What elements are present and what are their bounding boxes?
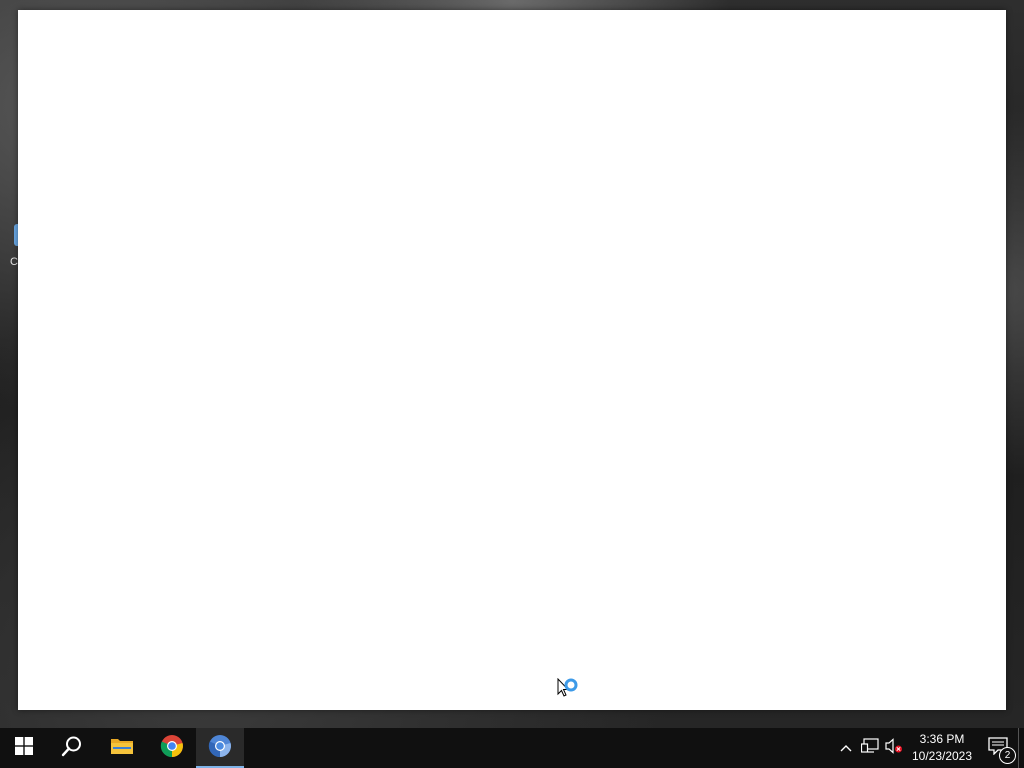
network-button[interactable] (858, 728, 882, 768)
taskbar-chromium[interactable] (196, 728, 244, 768)
volume-muted-icon (885, 737, 903, 759)
taskbar-file-explorer[interactable] (96, 728, 148, 768)
start-button[interactable] (0, 728, 48, 768)
app-window-blank[interactable] (18, 10, 1006, 710)
chrome-icon (160, 734, 184, 763)
windows-logo-icon (15, 736, 33, 760)
system-tray: 3:36 PM 10/23/2023 2 (834, 728, 1024, 768)
chromium-icon (208, 734, 232, 763)
taskbar: 3:36 PM 10/23/2023 2 (0, 728, 1024, 768)
show-desktop-button[interactable] (1018, 728, 1024, 768)
notification-count-badge: 2 (999, 747, 1016, 764)
desktop-shortcut-icon[interactable]: C (8, 222, 20, 270)
clock-date: 10/23/2023 (911, 749, 973, 763)
chevron-up-icon (840, 739, 852, 757)
desktop-shortcut-label: C (10, 256, 18, 268)
taskbar-clock[interactable]: 3:36 PM 10/23/2023 (906, 728, 978, 768)
busy-cursor-icon (557, 677, 583, 704)
network-icon (860, 737, 879, 759)
volume-button[interactable] (882, 728, 906, 768)
taskbar-google-chrome[interactable] (148, 728, 196, 768)
folder-icon (110, 736, 134, 761)
search-icon (61, 735, 83, 762)
clock-time: 3:36 PM (919, 732, 965, 746)
search-button[interactable] (48, 728, 96, 768)
action-center-button[interactable]: 2 (978, 728, 1018, 768)
show-hidden-icons-button[interactable] (834, 728, 858, 768)
